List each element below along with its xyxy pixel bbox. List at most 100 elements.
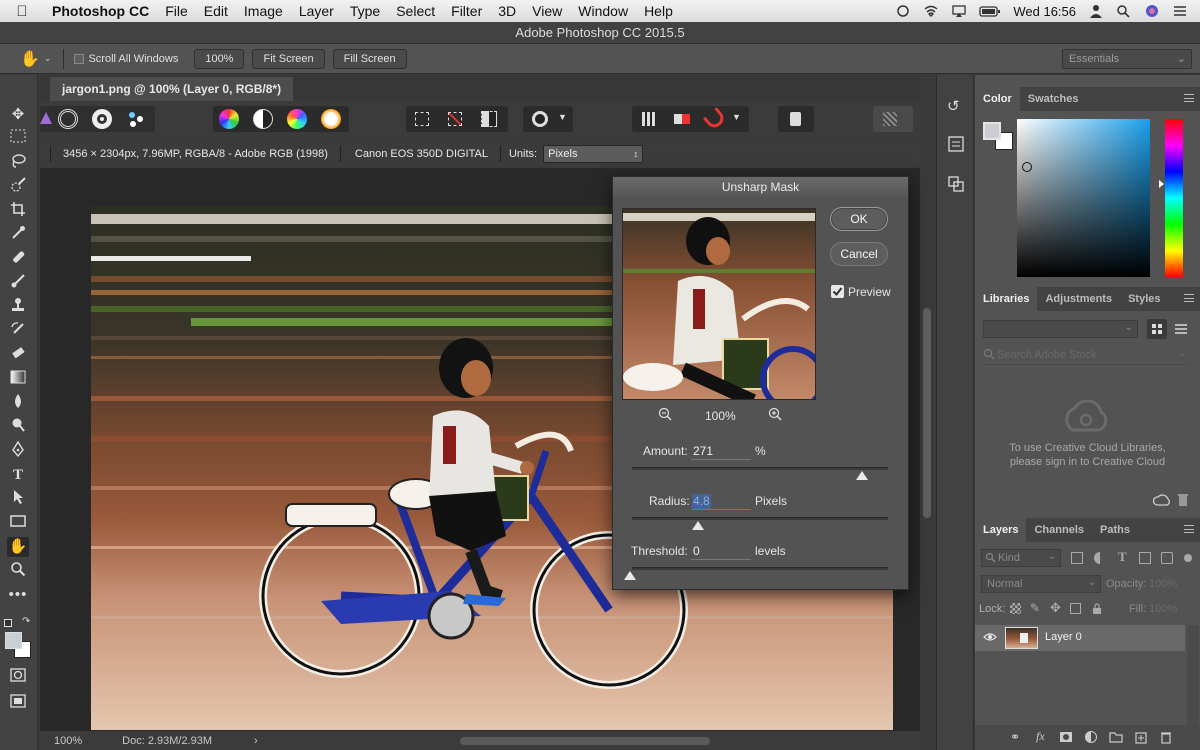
layer-name[interactable]: Layer 0 (1045, 631, 1082, 643)
marquee-tool-icon[interactable] (7, 129, 29, 149)
foreground-color-swatch[interactable] (5, 632, 22, 649)
library-delete-icon[interactable] (1177, 493, 1189, 510)
radius-slider-thumb[interactable] (692, 521, 704, 530)
layer-visibility-eye-icon[interactable] (983, 632, 997, 645)
mask-plugin-icon[interactable] (532, 111, 548, 127)
tab-swatches[interactable]: Swatches (1020, 87, 1087, 111)
amount-slider[interactable] (632, 467, 888, 470)
siri-icon[interactable] (1144, 4, 1160, 18)
menu-app-name[interactable]: Photoshop CC (44, 3, 157, 19)
tab-adjustments[interactable]: Adjustments (1037, 287, 1120, 311)
hand-tool-preset-icon[interactable]: ✋ (20, 49, 40, 69)
horizontal-scrollbar-thumb[interactable] (460, 737, 710, 745)
layer-style-fx-icon[interactable]: fx (1036, 729, 1045, 744)
lock-all-icon[interactable] (1092, 603, 1102, 618)
history-panel-icon[interactable]: ↺ (947, 97, 960, 115)
eraser-tool-icon[interactable] (7, 345, 29, 365)
swap-colors-icon[interactable]: ↷ (22, 616, 30, 627)
magnet-plugin-icon[interactable] (702, 107, 728, 131)
mask-dropdown-chevron-icon[interactable]: ▼ (558, 112, 567, 122)
menu-view[interactable]: View (524, 3, 570, 19)
gradient-tool-icon[interactable] (7, 369, 29, 389)
properties-panel-icon[interactable] (947, 135, 965, 156)
status-zoom[interactable]: 100% (54, 735, 82, 747)
tab-paths[interactable]: Paths (1092, 518, 1138, 542)
tool-preset-chevron-icon[interactable]: ⌄ (44, 53, 52, 64)
pen-tool-icon[interactable] (7, 440, 29, 461)
radius-slider[interactable] (632, 517, 888, 520)
zoom-tool-icon[interactable] (7, 561, 29, 581)
user-icon[interactable] (1088, 4, 1104, 18)
path-selection-tool-icon[interactable] (7, 489, 29, 509)
filter-type-layers-icon[interactable]: T (1118, 549, 1127, 565)
aperture-plugin-icon[interactable] (92, 109, 112, 129)
magnet-dropdown-chevron-icon[interactable]: ▼ (732, 112, 741, 122)
menu-3d[interactable]: 3D (490, 3, 524, 19)
blur-tool-icon[interactable] (7, 393, 29, 413)
threshold-slider[interactable] (632, 567, 888, 570)
color-foreground-swatch[interactable] (983, 122, 1001, 140)
document-tab[interactable]: jargon1.png @ 100% (Layer 0, RGB/8*) (50, 77, 294, 101)
select-plugin-icon[interactable] (415, 112, 429, 126)
deselect-plugin-icon[interactable] (448, 112, 462, 126)
amount-field[interactable]: 271 (691, 443, 751, 460)
lock-position-icon[interactable]: ✥ (1050, 600, 1061, 616)
tab-layers[interactable]: Layers (975, 518, 1027, 542)
delete-layer-icon[interactable] (1160, 730, 1172, 747)
menu-type[interactable]: Type (342, 3, 388, 19)
filter-toggle-icon[interactable] (1184, 554, 1192, 562)
hand-tool-icon[interactable]: ✋ (7, 537, 29, 557)
dodge-tool-icon[interactable] (7, 417, 29, 437)
notification-center-icon[interactable] (1172, 4, 1188, 18)
layer-row[interactable]: Layer 0 (975, 625, 1185, 651)
fit-screen-button[interactable]: Fit Screen (252, 48, 325, 69)
grid-plugin-icon[interactable] (642, 112, 656, 126)
rectangle-tool-icon[interactable] (7, 513, 29, 533)
wifi-icon[interactable] (923, 4, 939, 18)
library-select[interactable]: ⌄ (983, 320, 1138, 338)
move-tool-icon[interactable]: ✥ (7, 105, 29, 125)
preview-zoom-out-icon[interactable] (658, 407, 672, 424)
menu-window[interactable]: Window (570, 3, 636, 19)
filter-shape-layers-icon[interactable] (1139, 552, 1151, 564)
grid-view-icon[interactable] (1147, 319, 1167, 339)
list-view-icon[interactable] (1173, 319, 1189, 342)
trash-plugin-icon[interactable] (790, 112, 801, 126)
new-adjustment-layer-icon[interactable] (1085, 731, 1097, 743)
airplay-icon[interactable] (951, 4, 967, 18)
threshold-field[interactable]: 0 (691, 543, 751, 560)
lock-image-pixels-icon[interactable]: ✎ (1030, 601, 1040, 615)
new-layer-icon[interactable] (1135, 730, 1147, 747)
battery-icon[interactable] (979, 4, 1001, 18)
threshold-slider-thumb[interactable] (624, 571, 636, 580)
tab-color[interactable]: Color (975, 87, 1020, 111)
cancel-button[interactable]: Cancel (830, 242, 888, 266)
scroll-all-windows-checkbox[interactable]: Scroll All Windows (74, 53, 178, 65)
lock-transparent-pixels-icon[interactable] (1010, 603, 1021, 614)
layers-scrollbar[interactable] (1187, 625, 1199, 725)
molecule-plugin-icon[interactable] (126, 109, 146, 129)
overflow-plugin-icon[interactable] (883, 112, 897, 126)
layer-thumbnail[interactable] (1005, 627, 1038, 649)
menu-help[interactable]: Help (636, 3, 681, 19)
triangle-plugin-icon[interactable] (40, 112, 52, 124)
eyedropper-tool-icon[interactable] (7, 225, 29, 245)
arrow-plugin-icon[interactable] (674, 114, 690, 124)
vibrance-plugin-icon[interactable] (321, 109, 341, 129)
layers-panel-menu-icon[interactable] (1184, 525, 1194, 533)
ok-button[interactable]: OK (830, 207, 888, 231)
menu-image[interactable]: Image (236, 3, 291, 19)
adjustments-panel-icon[interactable] (947, 175, 965, 196)
healing-brush-tool-icon[interactable] (7, 249, 29, 269)
blend-mode-select[interactable]: Normal ⌄ (981, 575, 1101, 593)
hue-slider[interactable] (1159, 119, 1183, 277)
type-tool-icon[interactable]: T (7, 465, 29, 485)
preview-zoom-in-icon[interactable] (768, 407, 782, 424)
new-group-icon[interactable] (1109, 731, 1123, 746)
color-picker-marker[interactable] (1022, 162, 1032, 172)
history-brush-tool-icon[interactable] (7, 321, 29, 341)
clone-stamp-tool-icon[interactable] (7, 297, 29, 317)
library-search[interactable]: Search Adobe Stock ⌄ (983, 347, 1189, 365)
menu-clock[interactable]: Wed 16:56 (1013, 4, 1076, 19)
workspace-switcher[interactable]: Essentials ⌄ (1062, 49, 1192, 69)
